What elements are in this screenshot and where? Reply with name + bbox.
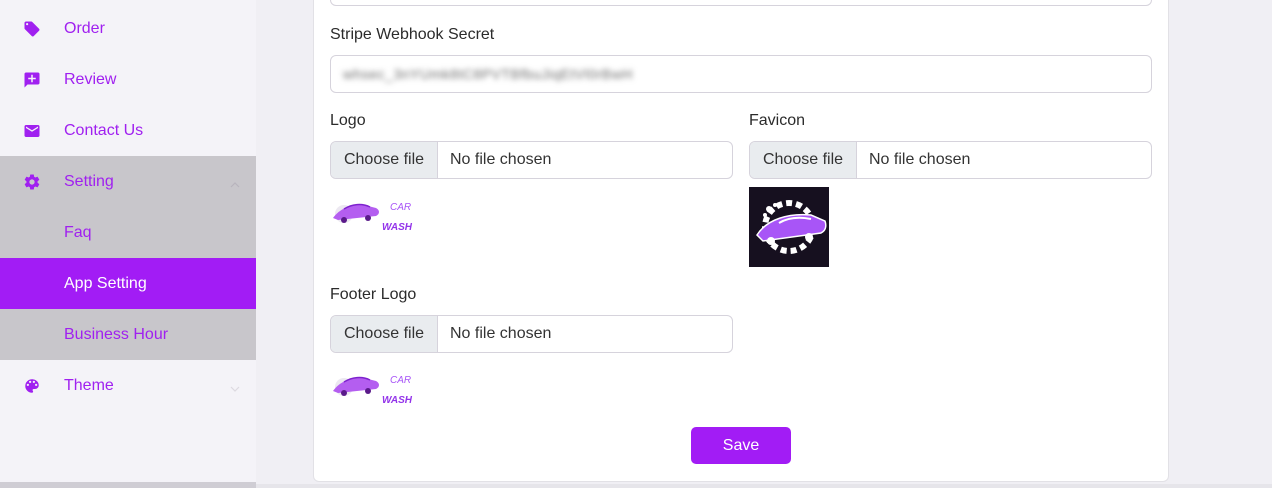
logo-preview-image: CAR WASH [330, 190, 416, 240]
sidebar-bottom-strip [0, 482, 256, 488]
palette-icon [23, 377, 41, 395]
footer-logo-preview-image: CAR WASH [330, 363, 416, 413]
sidebar-item-business-hour[interactable]: Business Hour [0, 309, 256, 360]
footer-logo-choose-file-button[interactable]: Choose file [331, 316, 438, 352]
footer-logo-file-input[interactable]: Choose file No file chosen [330, 315, 733, 353]
sidebar-item-label: Faq [64, 223, 92, 241]
gear-icon [23, 173, 41, 191]
sidebar: Order Review Contact Us Setting Faq App … [0, 0, 256, 488]
previous-input-field[interactable] [330, 0, 1152, 6]
save-button[interactable]: Save [691, 427, 791, 464]
logo-file-status: No file chosen [450, 151, 552, 168]
sidebar-item-label: Contact Us [64, 121, 144, 139]
footer-logo-text-wash: WASH [382, 395, 413, 406]
footer-logo-file-status: No file chosen [450, 325, 552, 342]
sidebar-item-label: Review [64, 70, 117, 88]
chevron-up-icon [230, 177, 240, 187]
tag-icon [23, 20, 41, 38]
sidebar-item-review[interactable]: Review [0, 54, 256, 105]
sidebar-item-contact-us[interactable]: Contact Us [0, 105, 256, 156]
webhook-secret-value: whsec_3nYUmk8tC8PVTBfbuJiqEtVl0rBwH [343, 66, 633, 82]
sidebar-item-label: App Setting [64, 274, 147, 292]
logo-file-input[interactable]: Choose file No file chosen [330, 141, 733, 179]
sidebar-item-label: Order [64, 19, 105, 37]
favicon-file-input[interactable]: Choose file No file chosen [749, 141, 1152, 179]
favicon-label: Favicon [749, 112, 806, 129]
favicon-choose-file-button[interactable]: Choose file [750, 142, 857, 178]
logo-label: Logo [330, 112, 366, 129]
sidebar-item-label: Business Hour [64, 325, 169, 343]
chevron-down-icon [230, 381, 240, 392]
sidebar-item-setting[interactable]: Setting [0, 156, 256, 207]
sidebar-item-app-setting[interactable]: App Setting [0, 258, 256, 309]
page-bottom-divider [256, 484, 1272, 488]
webhook-secret-input[interactable]: whsec_3nYUmk8tC8PVTBfbuJiqEtVl0rBwH [330, 55, 1152, 93]
mail-icon [23, 122, 41, 140]
review-icon [23, 71, 41, 89]
logo-text-car: CAR [390, 202, 411, 213]
sidebar-item-theme[interactable]: Theme [0, 360, 256, 411]
favicon-preview-image [749, 187, 829, 267]
logo-text-wash: WASH [382, 222, 413, 233]
logo-choose-file-button[interactable]: Choose file [331, 142, 438, 178]
webhook-secret-label: Stripe Webhook Secret [330, 26, 495, 43]
footer-logo-label: Footer Logo [330, 286, 417, 303]
sidebar-item-order[interactable]: Order [0, 3, 256, 54]
favicon-file-status: No file chosen [869, 151, 971, 168]
footer-logo-text-car: CAR [390, 375, 411, 386]
sidebar-item-faq[interactable]: Faq [0, 207, 256, 258]
sidebar-item-label: Theme [64, 376, 114, 394]
sidebar-item-label: Setting [64, 172, 114, 190]
